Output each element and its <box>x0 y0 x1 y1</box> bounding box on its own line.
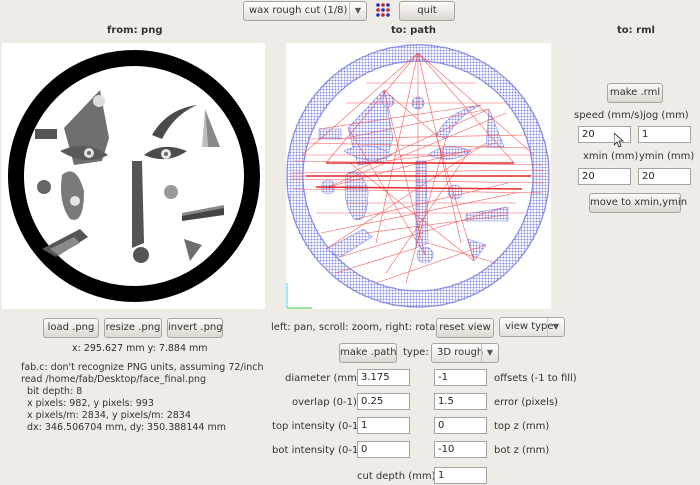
mouse-cursor-icon <box>613 132 625 148</box>
to-rml-header: to: rml <box>617 25 655 36</box>
offsets-input[interactable]: -1 <box>434 369 487 386</box>
to-path-header: to: path <box>391 25 436 36</box>
top-intensity-label: top intensity (0-1) <box>272 421 363 432</box>
overlap-label: overlap (0-1) <box>292 397 357 408</box>
diameter-label: diameter (mm) <box>285 373 361 384</box>
xmin-label: xmin (mm) <box>583 151 639 162</box>
png-info-line: x pixels: 982, y pixels: 993 <box>27 398 154 409</box>
ymin-input[interactable]: 20 <box>638 168 691 185</box>
process-select[interactable]: wax rough cut (1/8) ▼ <box>243 1 367 21</box>
chevron-down-icon: ▼ <box>349 2 366 20</box>
move-to-xmin-ymin-button[interactable]: move to xmin,ymin <box>589 193 687 213</box>
top-z-label: top z (mm) <box>494 421 550 432</box>
overlap-input[interactable]: 0.25 <box>357 393 410 410</box>
ymin-label: ymin (mm) <box>639 151 695 162</box>
reset-view-button[interactable]: reset view <box>436 318 494 338</box>
path-preview-canvas[interactable] <box>286 43 551 309</box>
png-info-line: bit depth: 8 <box>27 386 83 397</box>
cut-depth-input[interactable]: 1 <box>434 467 487 484</box>
xmin-input[interactable]: 20 <box>578 168 631 185</box>
top-z-input[interactable]: 0 <box>434 417 487 434</box>
top-intensity-input[interactable]: 1 <box>357 417 410 434</box>
type-label: type: <box>403 347 429 358</box>
diameter-input[interactable]: 3.175 <box>357 369 410 386</box>
view-hint: left: pan, scroll: zoom, right: rotate <box>271 322 446 333</box>
invert-png-button[interactable]: invert .png <box>167 318 223 338</box>
png-size-readout: x: 295.627 mm y: 7.884 mm <box>72 343 208 354</box>
jog-label: jog (mm) <box>643 110 689 121</box>
path-type-value: 3D rough <box>437 347 484 358</box>
bot-z-label: bot z (mm) <box>494 445 550 456</box>
fab-logo-icon <box>375 2 391 18</box>
quit-button[interactable]: quit <box>399 1 455 21</box>
png-info-line: fab.c: don't recognize PNG units, assumi… <box>21 362 264 373</box>
from-png-header: from: png <box>107 25 163 36</box>
bot-intensity-input[interactable]: 0 <box>357 441 410 458</box>
view-type-select[interactable]: view type ▼ <box>499 317 565 337</box>
offsets-label: offsets (-1 to fill) <box>494 373 577 384</box>
bot-z-input[interactable]: -10 <box>434 441 487 458</box>
load-png-button[interactable]: load .png <box>43 318 99 338</box>
speed-label: speed (mm/s) <box>574 110 644 121</box>
chevron-down-icon: ▼ <box>547 318 564 336</box>
error-input[interactable]: 1.5 <box>434 393 487 410</box>
png-info-line: x pixels/m: 2834, y pixels/m: 2834 <box>27 410 191 421</box>
bot-intensity-label: bot intensity (0-1) <box>272 445 363 456</box>
jog-input[interactable]: 1 <box>638 126 691 143</box>
png-preview-canvas[interactable] <box>2 43 265 309</box>
cut-depth-label: cut depth (mm) <box>357 471 436 482</box>
png-info-line: dx: 346.506704 mm, dy: 350.388144 mm <box>27 422 226 433</box>
process-select-value: wax rough cut (1/8) <box>249 5 348 16</box>
chevron-down-icon: ▼ <box>481 344 498 362</box>
error-label: error (pixels) <box>494 397 559 408</box>
make-path-button[interactable]: make .path <box>339 343 397 363</box>
make-rml-button[interactable]: make .rml <box>607 83 663 103</box>
path-type-select[interactable]: 3D rough ▼ <box>431 343 499 363</box>
resize-png-button[interactable]: resize .png <box>104 318 162 338</box>
png-info-line: read /home/fab/Desktop/face_final.png <box>21 374 207 385</box>
